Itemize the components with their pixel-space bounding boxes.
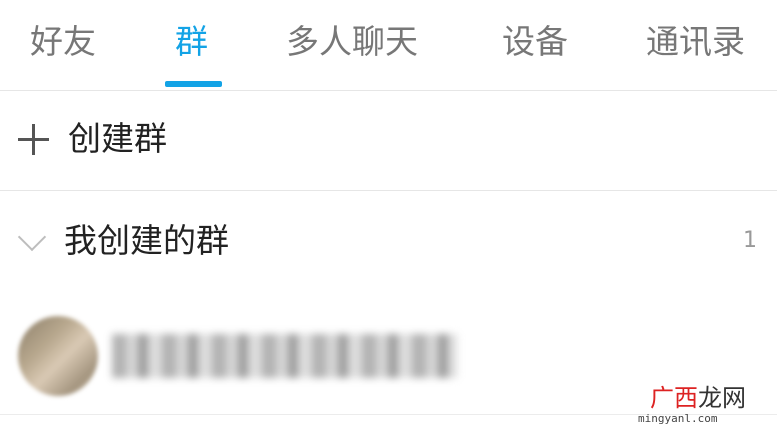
- watermark-logo-black: 龙网: [698, 384, 746, 412]
- create-group-button[interactable]: 创建群: [0, 91, 777, 191]
- tab-groups[interactable]: 群: [175, 18, 208, 66]
- group-name-blurred: [112, 334, 457, 378]
- screen: 好友 群 多人聊天 设备 通讯录 创建群 我创建的群 1 广西龙网 mingya…: [0, 0, 777, 429]
- section-title: 我创建的群: [64, 221, 229, 260]
- avatar: [18, 316, 98, 396]
- create-group-label: 创建群: [68, 119, 167, 158]
- tab-bar: 好友 群 多人聊天 设备 通讯录: [0, 0, 777, 91]
- watermark-logo: 广西龙网: [650, 383, 746, 413]
- site-watermark: 广西龙网 mingyanl.com: [638, 383, 768, 427]
- watermark-url: mingyanl.com: [638, 412, 718, 425]
- chevron-down-icon: [17, 222, 47, 252]
- my-groups-section-header[interactable]: 我创建的群 1: [0, 191, 777, 291]
- plus-icon: [18, 124, 50, 156]
- tab-multi-chat[interactable]: 多人聊天: [286, 18, 418, 66]
- active-tab-indicator: [165, 81, 222, 87]
- tab-contacts[interactable]: 通讯录: [646, 18, 745, 66]
- watermark-logo-red: 广西: [650, 384, 698, 412]
- tab-friends[interactable]: 好友: [30, 18, 96, 66]
- group-count: 1: [743, 228, 757, 253]
- tab-devices[interactable]: 设备: [502, 18, 568, 66]
